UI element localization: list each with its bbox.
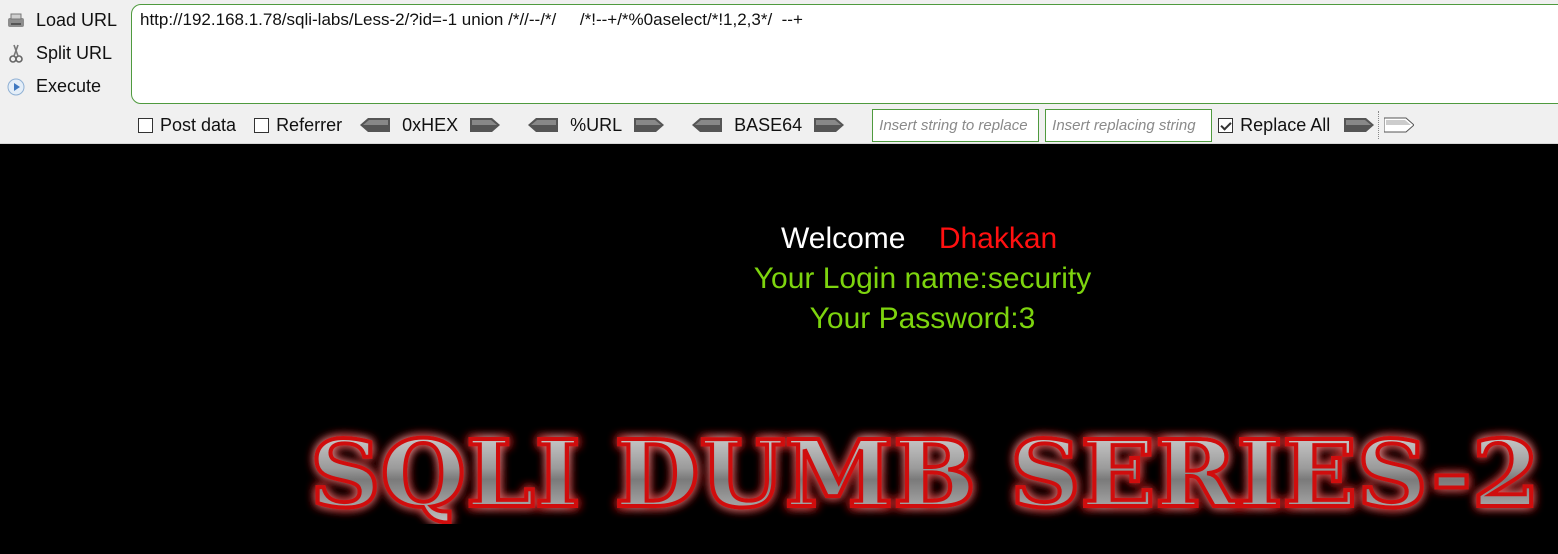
referrer-label: Referrer: [276, 114, 343, 135]
hex-encode-arrow-icon[interactable]: [470, 117, 501, 133]
welcome-line: Welcome Dhakkan: [781, 222, 1057, 256]
replace-all-checkbox[interactable]: Replace All: [1218, 115, 1330, 136]
execute-label: Execute: [36, 76, 102, 96]
url-encode-arrow-icon[interactable]: [634, 117, 665, 133]
insert-string-field[interactable]: Insert string to replace: [872, 108, 1040, 142]
hex-group: 0xHEX: [360, 114, 501, 136]
banner-text: SQLI DUMB SERIES-2: [310, 424, 1540, 524]
base64-encode-arrow-icon[interactable]: [814, 117, 845, 133]
replace-next-arrow-icon[interactable]: [1384, 117, 1415, 133]
post-data-box[interactable]: [138, 117, 153, 133]
url-encode-group: %URL: [528, 114, 665, 136]
welcome-name: Dhakkan: [938, 222, 1058, 255]
base64-decode-arrow-icon[interactable]: [692, 117, 723, 133]
welcome-text: Welcome: [781, 222, 906, 255]
options-row: Post data Referrer 0xHEX %URL BASE64 Ins…: [138, 108, 1415, 142]
sqli-dumb-series-banner: SQLI DUMB SERIES-2: [300, 418, 1550, 530]
hackbar-toolbar: Load URL Split URL Execute http://192.16…: [0, 0, 1558, 144]
replace-all-box[interactable]: [1218, 117, 1234, 133]
base64-label: BASE64: [734, 114, 803, 135]
toolbar-separator: [1378, 111, 1380, 139]
play-icon: [6, 77, 26, 97]
split-url-button[interactable]: Split URL: [6, 37, 130, 70]
hex-decode-arrow-icon[interactable]: [360, 117, 391, 133]
split-url-label: Split URL: [36, 43, 113, 63]
load-url-label: Load URL: [36, 10, 118, 30]
post-data-checkbox[interactable]: Post data: [138, 115, 236, 136]
replacing-string-field[interactable]: Insert replacing string: [1045, 108, 1213, 142]
scissors-icon: [6, 44, 26, 64]
post-data-label: Post data: [160, 114, 237, 135]
referrer-checkbox[interactable]: Referrer: [254, 115, 342, 136]
url-encode-label: %URL: [570, 114, 623, 135]
side-menu: Load URL Split URL Execute: [6, 4, 130, 103]
page-content: Welcome Dhakkan Your Login name:security…: [0, 144, 1558, 554]
replace-arrow-icon[interactable]: [1344, 117, 1375, 133]
execute-button[interactable]: Execute: [6, 70, 130, 103]
base64-group: BASE64: [692, 114, 845, 136]
hex-label: 0xHEX: [402, 114, 459, 135]
password-result: Your Password:3: [809, 302, 1036, 335]
url-value: http://192.168.1.78/sqli-labs/Less-2/?id…: [140, 10, 803, 29]
replace-all-label: Replace All: [1240, 114, 1331, 135]
url-input[interactable]: http://192.168.1.78/sqli-labs/Less-2/?id…: [131, 4, 1558, 104]
load-url-icon: [6, 11, 26, 31]
load-url-button[interactable]: Load URL: [6, 4, 130, 37]
referrer-box[interactable]: [254, 117, 270, 133]
login-name-result: Your Login name:security: [753, 262, 1092, 295]
url-decode-arrow-icon[interactable]: [528, 117, 559, 133]
